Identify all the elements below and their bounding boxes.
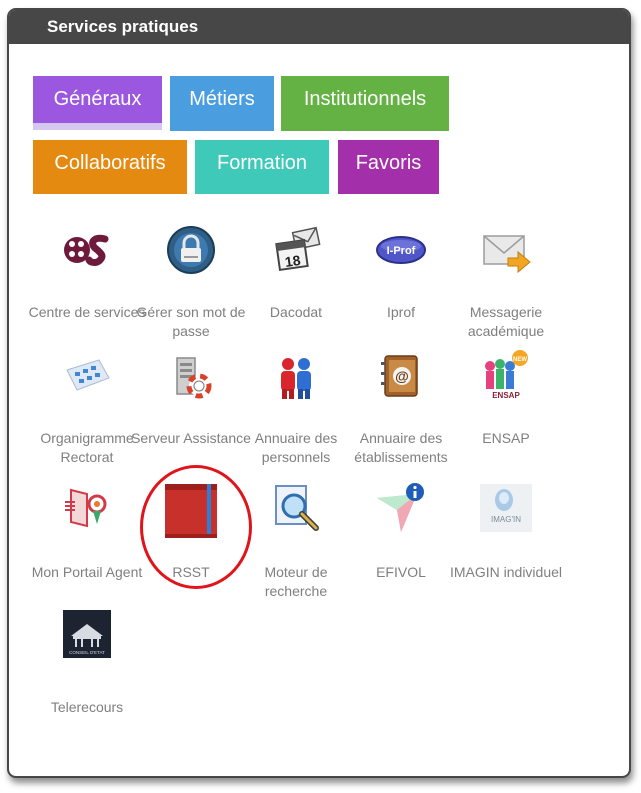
conseil-etat-logo-text: CONSEIL D'ETAT [69,650,105,655]
imagin-icon: IMAG'IN [478,480,534,536]
iprof-icon: I-Prof [373,222,429,278]
lock-icon [163,222,219,278]
iprof-logo-text: I-Prof [387,245,416,257]
tab-generaux[interactable]: Généraux [33,76,162,130]
tile-label: Telerecours [50,699,124,715]
address-book-icon: @ [373,348,429,404]
tab-collaboratifs[interactable]: Collaboratifs [33,140,187,194]
calendar-date-text: 18 [284,252,302,270]
tile-label: Messagerie académique [467,304,545,339]
ensap-logo-text: ENSAP [492,391,520,400]
cs-logo-icon [59,222,115,278]
calendar-mail-icon: 18 [268,222,324,278]
tab-formation[interactable]: Formation [195,140,329,194]
panel-title: Services pratiques [9,10,629,44]
red-book-icon [161,482,221,540]
tab-institutionnels[interactable]: Institutionnels [281,76,449,131]
tile-label: IMAGIN individuel [449,564,563,580]
tab-label: Formation [216,152,308,174]
svg-text:@: @ [395,368,409,384]
ensap-icon: NEW ENSAP [478,348,534,404]
tab-active-indicator [33,123,162,130]
new-badge-text: NEW [513,357,527,363]
people-icon [268,348,324,404]
envelope-icon [478,222,534,278]
tab-label: Métiers [189,88,255,110]
tab-label: Collaboratifs [54,152,166,174]
portal-icon [59,480,115,536]
tab-metiers[interactable]: Métiers [170,76,274,131]
tab-label: Institutionnels [303,88,427,110]
tab-label: Favoris [355,152,422,174]
magnifier-icon [268,480,324,536]
imagin-logo-text: IMAG'IN [491,515,521,524]
tile-label: ENSAP [482,430,530,446]
paper-plane-info-icon [373,480,429,536]
server-lifebuoy-icon [163,348,219,404]
services-pratiques-panel: Services pratiques Généraux Métiers Inst… [7,8,631,778]
tab-favoris[interactable]: Favoris [338,140,439,194]
tab-label: Généraux [53,88,142,110]
org-chart-icon [59,348,115,404]
conseil-etat-icon: CONSEIL D'ETAT [59,606,115,662]
